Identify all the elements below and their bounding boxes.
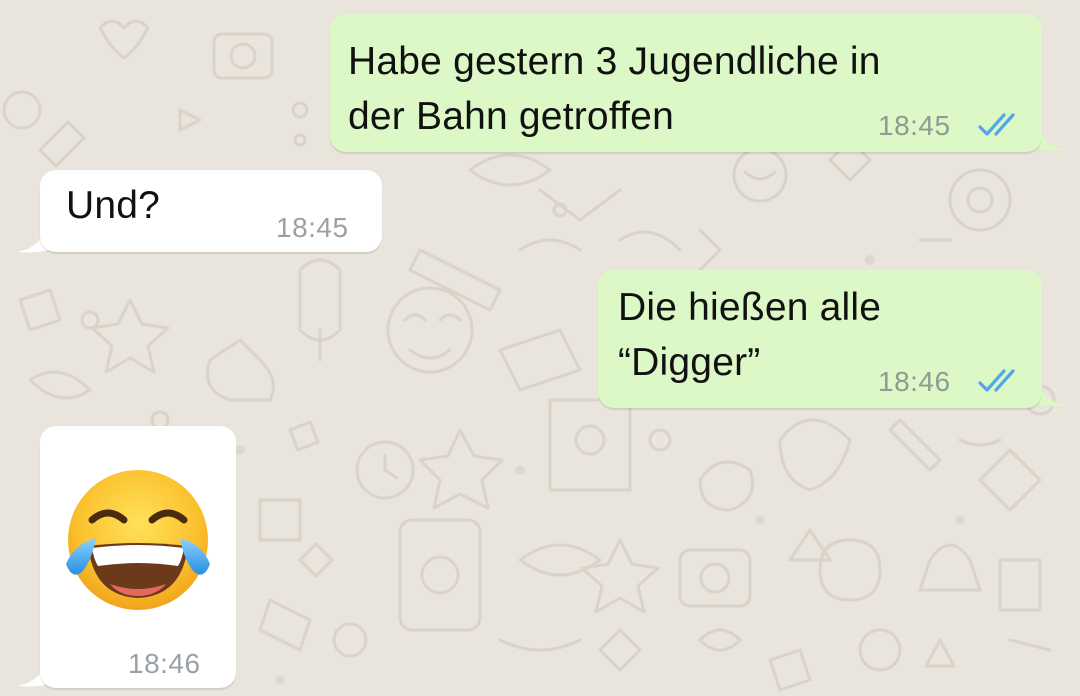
message-bubble-incoming[interactable]: Und? 18:45 — [40, 170, 382, 252]
face-with-tears-of-joy-icon — [66, 470, 210, 610]
message-timestamp: 18:45 — [878, 110, 951, 141]
message-bubble-outgoing[interactable]: Die hießen alle “Digger” 18:46 — [598, 270, 1042, 408]
message-bubble-outgoing[interactable]: Habe gestern 3 Jugendliche in der Bahn g… — [330, 14, 1042, 152]
message-text: Habe gestern 3 Jugendliche in der Bahn g… — [348, 40, 881, 138]
message-timestamp: 18:46 — [878, 366, 951, 397]
message-timestamp: 18:46 — [128, 648, 201, 679]
double-check-icon — [978, 369, 1015, 392]
message-timestamp: 18:45 — [276, 212, 349, 243]
message-text: Die hießen alle “Digger” — [618, 286, 882, 384]
message-bubble-incoming[interactable]: 18:46 — [40, 426, 236, 688]
double-check-icon — [978, 113, 1015, 136]
message-text: Und? — [66, 184, 161, 227]
